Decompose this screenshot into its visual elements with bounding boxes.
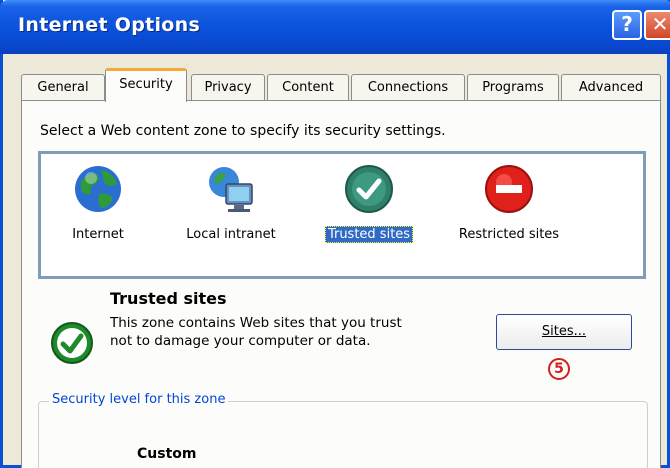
tab-connections[interactable]: Connections: [351, 74, 465, 101]
step-marker: 5: [548, 358, 570, 380]
security-level-group: Security level for this zone Custom: [38, 392, 648, 468]
security-panel: Select a Web content zone to specify its…: [21, 100, 661, 468]
close-button[interactable]: ✕: [644, 10, 670, 40]
zone-label-restricted-sites: Restricted sites: [458, 227, 560, 242]
sites-button-label: Sites...: [541, 324, 587, 339]
tab-security[interactable]: Security: [105, 68, 187, 102]
security-level-name: Custom: [137, 446, 197, 462]
help-button[interactable]: ?: [612, 10, 642, 40]
security-level-legend: Security level for this zone: [49, 392, 229, 407]
zone-label-trusted-sites-text: Trusted sites: [324, 226, 414, 243]
zone-local-intranet[interactable]: Local intranet: [171, 154, 291, 278]
checkmark-icon: [345, 165, 393, 213]
zone-label-internet: Internet: [72, 227, 124, 242]
trusted-check-icon: [51, 322, 93, 364]
globe-icon: [75, 166, 121, 212]
zone-restricted-sites[interactable]: Restricted sites: [449, 154, 569, 278]
zone-description: This zone contains Web sites that you tr…: [110, 315, 402, 349]
title-bar[interactable]: Internet Options ? ✕: [0, 0, 670, 54]
tab-privacy[interactable]: Privacy: [191, 74, 265, 101]
zone-trusted-sites[interactable]: Trusted sites: [309, 154, 429, 278]
sites-button[interactable]: Sites...: [496, 314, 632, 350]
tab-general[interactable]: General: [21, 74, 105, 101]
internet-options-window: Internet Options ? ✕ General Security Pr…: [0, 0, 670, 468]
zone-label-local-intranet: Local intranet: [186, 227, 276, 242]
tab-strip: General Security Privacy Content Connect…: [21, 68, 661, 102]
window-title: Internet Options: [18, 14, 201, 36]
zone-internet[interactable]: Internet: [43, 154, 153, 278]
zone-list[interactable]: Internet Local intranet Trusted sites Re…: [38, 151, 646, 279]
selected-zone-title: Trusted sites: [110, 289, 227, 308]
no-entry-icon: [485, 165, 533, 213]
tab-content[interactable]: Content: [267, 74, 349, 101]
tab-programs[interactable]: Programs: [467, 74, 559, 101]
computer-globe-icon: [209, 167, 253, 212]
tab-advanced[interactable]: Advanced: [561, 74, 661, 101]
zone-instruction: Select a Web content zone to specify its…: [40, 123, 446, 139]
zone-label-trusted-sites: Trusted sites: [309, 226, 429, 243]
